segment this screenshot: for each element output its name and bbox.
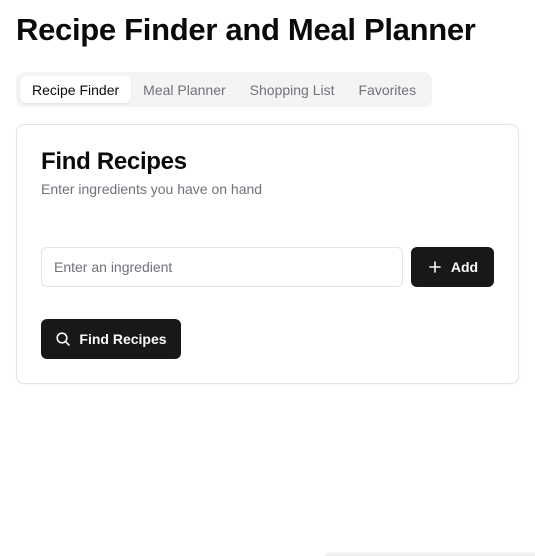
find-button-label: Find Recipes bbox=[79, 331, 167, 347]
add-ingredient-button[interactable]: Add bbox=[411, 247, 494, 287]
plus-icon bbox=[427, 259, 443, 275]
find-recipes-button[interactable]: Find Recipes bbox=[41, 319, 181, 359]
add-button-label: Add bbox=[450, 259, 479, 275]
card-description: Enter ingredients you have on hand bbox=[41, 181, 263, 197]
tab-list: Recipe Finder Meal Planner Shopping List… bbox=[16, 72, 433, 107]
card-title: Find Recipes bbox=[41, 148, 187, 175]
tab-shopping-list[interactable]: Shopping List bbox=[238, 76, 347, 103]
page-title: Recipe Finder and Meal Planner bbox=[16, 12, 476, 47]
tab-meal-planner[interactable]: Meal Planner bbox=[131, 76, 238, 103]
tab-recipe-finder[interactable]: Recipe Finder bbox=[20, 76, 132, 103]
app-root: Recipe Finder and Meal Planner Recipe Fi… bbox=[0, 0, 535, 556]
corner-shade bbox=[325, 552, 535, 556]
tab-favorites[interactable]: Favorites bbox=[347, 76, 429, 103]
ingredient-input[interactable] bbox=[41, 247, 403, 287]
find-recipes-card: Find Recipes Enter ingredients you have … bbox=[16, 124, 519, 384]
search-icon bbox=[55, 331, 71, 347]
